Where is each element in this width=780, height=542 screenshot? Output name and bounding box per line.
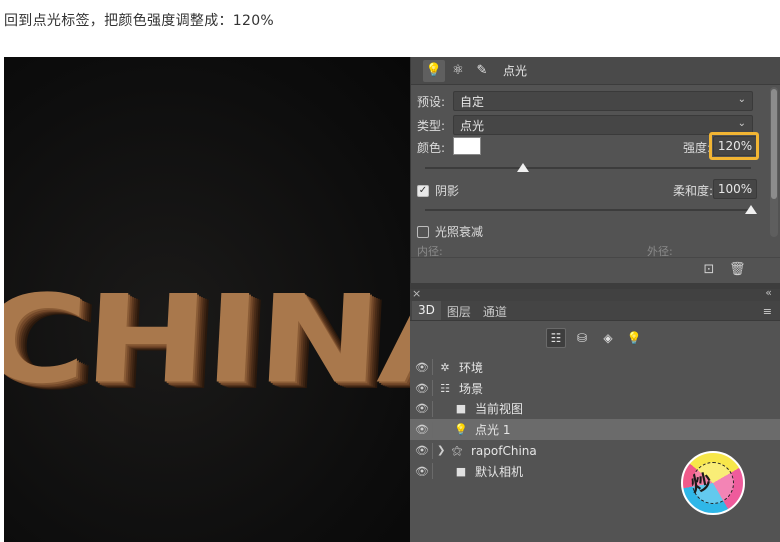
environment-icon: ✲ (440, 360, 450, 374)
shadow-checkbox[interactable]: ✓ (417, 184, 429, 197)
mesh-filter-icon[interactable]: ⛁ (572, 328, 592, 348)
softness-input[interactable]: 100% (713, 179, 757, 199)
scene-filter-icon[interactable]: ☷ (546, 328, 566, 348)
falloff-checkbox[interactable] (417, 225, 429, 238)
eye-icon[interactable]: 👁 (412, 402, 432, 415)
layer-name: 当前视图 (475, 402, 524, 417)
eye-icon[interactable]: 👁 (412, 361, 432, 374)
close-icon[interactable]: × (412, 287, 421, 300)
trash-icon[interactable]: 🗑 (729, 262, 746, 278)
material-filter-icon[interactable]: ◈ (598, 328, 618, 348)
divider (432, 359, 433, 376)
tab-layers[interactable]: 图层 (441, 301, 477, 320)
layer-name: 默认相机 (475, 464, 524, 479)
properties-tab-title: 点光 (503, 64, 528, 78)
falloff-label: 光照衰减 (435, 225, 484, 239)
divider (432, 400, 433, 417)
eye-icon[interactable]: 👁 (412, 465, 432, 478)
camera-icon: ■ (455, 402, 467, 416)
tab-3d[interactable]: 3D (412, 301, 441, 320)
divider (432, 463, 433, 480)
list-item[interactable]: 👁 ■ 当前视图 (410, 399, 780, 420)
intensity-slider-track[interactable] (425, 167, 751, 169)
chevron-right-icon[interactable]: ❯ (437, 445, 447, 456)
brush-icon[interactable]: ✎ (471, 60, 493, 82)
3d-filter-row: ☷ ⛁ ◈ 💡 (410, 321, 780, 355)
divider (432, 380, 433, 397)
watermark-logo: 炒 (681, 451, 745, 515)
chevron-down-icon: ⌄ (737, 94, 746, 105)
light-bulb-icon[interactable]: 💡 (423, 59, 445, 82)
3d-canvas[interactable]: CHINA (4, 57, 410, 542)
shadow-option[interactable]: ✓ 阴影 (417, 182, 459, 199)
coordinates-icon[interactable]: ⚛ (447, 60, 469, 82)
render-icon[interactable]: ⊡ (701, 262, 717, 278)
collapse-icon[interactable]: « (765, 286, 772, 299)
layer-name: 点光 1 (475, 423, 511, 438)
layer-name: 场景 (459, 381, 484, 396)
mesh-icon: ⚝ (451, 443, 463, 457)
divider (432, 442, 433, 459)
type-label: 类型: (417, 119, 446, 133)
preset-dropdown[interactable]: 自定 ⌄ (453, 91, 753, 111)
intensity-slider-thumb[interactable] (516, 163, 529, 172)
color-swatch[interactable] (453, 137, 481, 155)
list-item[interactable]: 👁 ☷ 场景 (410, 378, 780, 399)
properties-bottom-bar: ⊡ 🗑 (411, 257, 780, 283)
eye-icon[interactable]: 👁 (412, 444, 432, 457)
preset-label: 预设: (417, 95, 446, 109)
light-filter-icon[interactable]: 💡 (624, 328, 644, 348)
panel-menu-icon[interactable]: ≡ (763, 305, 772, 318)
type-value: 点光 (460, 118, 485, 133)
shadow-label: 阴影 (435, 184, 460, 198)
properties-scrollbar[interactable] (770, 87, 778, 237)
properties-tabs: 💡 ⚛ ✎ 点光 (411, 57, 780, 85)
layer-name: 环境 (459, 360, 484, 375)
eye-icon[interactable]: 👁 (412, 382, 432, 395)
intensity-label: 强度: (683, 141, 712, 155)
layer-name: rapofChina (471, 443, 537, 458)
3d-panel-header: × « (410, 286, 780, 301)
instruction-caption: 回到点光标签，把颜色强度调整成：120% (4, 13, 275, 29)
softness-slider-thumb[interactable] (745, 205, 757, 214)
chevron-down-icon: ⌄ (737, 118, 746, 129)
camera-icon: ■ (455, 464, 467, 478)
eye-icon[interactable]: 👁 (412, 423, 432, 436)
softness-slider-track[interactable] (425, 209, 751, 211)
list-item-selected[interactable]: 👁 💡 点光 1 (410, 419, 780, 441)
properties-scrollbar-thumb[interactable] (771, 89, 777, 199)
tab-channels[interactable]: 通道 (477, 301, 513, 320)
3d-panel-tabs: 3D 图层 通道 ≡ (410, 301, 780, 321)
divider (432, 421, 433, 438)
list-item[interactable]: 👁 ✲ 环境 (410, 357, 780, 378)
color-label: 颜色: (417, 141, 446, 155)
scene-icon: ☷ (440, 381, 450, 395)
falloff-option[interactable]: 光照衰减 (417, 223, 483, 240)
light-bulb-icon: 💡 (454, 423, 468, 437)
properties-panel: 💡 ⚛ ✎ 点光 预设: 自定 ⌄ 类型: 点光 ⌄ 颜色: 强度: 120% … (410, 57, 780, 283)
softness-label: 柔和度: (673, 184, 714, 198)
preset-value: 自定 (460, 94, 485, 109)
type-dropdown[interactable]: 点光 ⌄ (453, 115, 753, 135)
intensity-highlight (709, 132, 759, 160)
3d-text-china: CHINA (4, 269, 410, 411)
